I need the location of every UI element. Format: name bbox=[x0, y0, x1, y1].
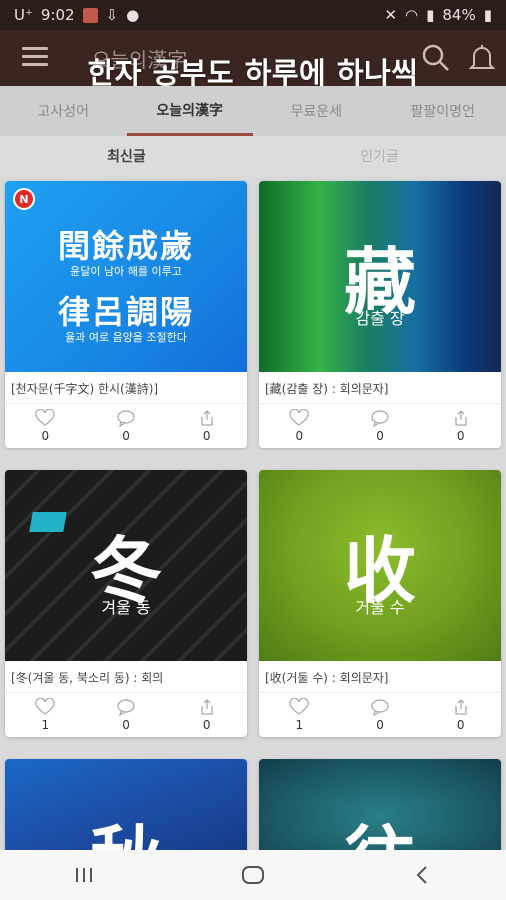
share-counter[interactable]: 0 bbox=[420, 404, 501, 448]
post-caption[interactable]: [收(거둘 수) : 회의문자] bbox=[259, 661, 501, 693]
clock: 9:02 bbox=[40, 6, 75, 24]
status-bar: U⁺ 9:02 ⇩ ● ✕ ◠ ▮ 84% ▮ bbox=[0, 0, 506, 30]
sort-tabs: 최신글 인기글 bbox=[0, 136, 506, 176]
like-counter[interactable]: 1 bbox=[5, 693, 86, 737]
comment-count: 0 bbox=[122, 718, 130, 732]
comment-count: 0 bbox=[376, 429, 384, 443]
home-icon[interactable] bbox=[233, 860, 273, 890]
battery-icon: ▮ bbox=[483, 6, 492, 24]
hanja-reading: 거둘 수 bbox=[355, 598, 405, 617]
tab-today-hanja[interactable]: 오늘의漢字 bbox=[126, 86, 253, 136]
heart-icon bbox=[35, 698, 55, 715]
recent-apps-icon[interactable] bbox=[64, 860, 104, 890]
battery-label: 84% bbox=[442, 6, 476, 24]
share-icon bbox=[455, 410, 467, 426]
post-stats: 0 0 0 bbox=[5, 404, 247, 448]
post-stats: 0 0 0 bbox=[259, 404, 501, 448]
post-stats: 1 0 0 bbox=[259, 693, 501, 737]
download-icon: ⇩ bbox=[105, 6, 119, 24]
like-counter[interactable]: 0 bbox=[259, 404, 340, 448]
share-counter[interactable]: 0 bbox=[166, 693, 247, 737]
share-icon bbox=[201, 699, 213, 715]
heart-icon bbox=[289, 409, 309, 426]
system-nav-bar bbox=[0, 850, 506, 900]
post-card[interactable]: 往 bbox=[259, 759, 501, 854]
comment-count: 0 bbox=[376, 718, 384, 732]
mute-icon: ✕ bbox=[384, 6, 398, 24]
tab-idioms[interactable]: 고사성어 bbox=[0, 86, 127, 136]
post-card[interactable]: 冬 겨울 동 [冬(겨울 동, 북소리 동) : 회의 1 0 0 bbox=[5, 470, 247, 737]
heart-icon bbox=[289, 698, 309, 715]
comment-icon bbox=[371, 410, 389, 427]
post-caption[interactable]: [천자문(千字文) 한시(漢詩)] bbox=[5, 372, 247, 404]
hanja-character: 往 bbox=[259, 801, 501, 854]
post-card[interactable]: 收 거둘 수 [收(거둘 수) : 회의문자] 1 0 0 bbox=[259, 470, 501, 737]
like-count: 1 bbox=[295, 718, 304, 732]
tab-latest[interactable]: 최신글 bbox=[0, 136, 253, 176]
comment-icon bbox=[117, 410, 135, 427]
tab-quotes[interactable]: 팔팔이명언 bbox=[380, 86, 506, 136]
share-count: 0 bbox=[202, 718, 211, 732]
wifi-icon: ◠ bbox=[405, 6, 419, 24]
notification-icon bbox=[82, 7, 98, 23]
share-count: 0 bbox=[456, 718, 465, 732]
comment-icon bbox=[371, 699, 389, 716]
comment-count: 0 bbox=[122, 429, 130, 443]
tab-popular[interactable]: 인기글 bbox=[253, 136, 506, 176]
post-thumbnail[interactable]: 藏 감출 장 bbox=[259, 181, 501, 372]
back-icon[interactable] bbox=[402, 860, 442, 890]
like-counter[interactable]: 0 bbox=[5, 404, 86, 448]
hanja-reading: 겨울 동 bbox=[101, 598, 151, 617]
share-icon bbox=[455, 699, 467, 715]
post-caption[interactable]: [冬(겨울 동, 북소리 동) : 회의 bbox=[5, 661, 247, 693]
like-count: 0 bbox=[295, 429, 304, 443]
heart-icon bbox=[35, 409, 55, 426]
post-thumbnail[interactable]: 收 거둘 수 bbox=[259, 470, 501, 661]
hanja-reading: 감출 장 bbox=[355, 309, 405, 328]
share-icon bbox=[201, 410, 213, 426]
poem-line: 律呂調陽 bbox=[57, 293, 194, 331]
post-thumbnail[interactable]: 往 bbox=[259, 759, 501, 854]
post-thumbnail[interactable]: N 閏餘成歲 윤달이 남아 해를 이루고 律呂調陽 율과 여로 음양을 조절한다 bbox=[5, 181, 247, 372]
comment-counter[interactable]: 0 bbox=[340, 693, 421, 737]
hanja-character: 秋 bbox=[5, 801, 247, 854]
share-count: 0 bbox=[456, 429, 465, 443]
share-counter[interactable]: 0 bbox=[166, 404, 247, 448]
post-caption[interactable]: [藏(감출 장) : 회의문자] bbox=[259, 372, 501, 404]
comment-counter[interactable]: 0 bbox=[86, 693, 167, 737]
post-stats: 1 0 0 bbox=[5, 693, 247, 737]
like-counter[interactable]: 1 bbox=[259, 693, 340, 737]
signal-icon: ▮ bbox=[426, 6, 435, 24]
poem-translation: 율과 여로 음양을 조절한다 bbox=[65, 331, 187, 344]
carrier-label: U⁺ bbox=[14, 6, 33, 24]
poem-translation: 윤달이 남아 해를 이루고 bbox=[70, 265, 182, 278]
person-icon: ● bbox=[126, 6, 140, 24]
post-card[interactable]: N 閏餘成歲 윤달이 남아 해를 이루고 律呂調陽 율과 여로 음양을 조절한다… bbox=[5, 181, 247, 448]
category-tabs: 고사성어 오늘의漢字 무료운세 팔팔이명언 bbox=[0, 86, 506, 136]
comment-counter[interactable]: 0 bbox=[86, 404, 167, 448]
post-card[interactable]: 秋 bbox=[5, 759, 247, 854]
comment-icon bbox=[117, 699, 135, 716]
poem-line: 閏餘成歲 bbox=[57, 227, 194, 265]
like-count: 1 bbox=[41, 718, 50, 732]
post-card[interactable]: 藏 감출 장 [藏(감출 장) : 회의문자] 0 0 0 bbox=[259, 181, 501, 448]
comment-counter[interactable]: 0 bbox=[340, 404, 421, 448]
share-count: 0 bbox=[202, 429, 211, 443]
share-counter[interactable]: 0 bbox=[420, 693, 501, 737]
like-count: 0 bbox=[41, 429, 50, 443]
post-thumbnail[interactable]: 秋 bbox=[5, 759, 247, 854]
tab-fortune[interactable]: 무료운세 bbox=[253, 86, 380, 136]
new-badge: N bbox=[13, 188, 35, 210]
post-thumbnail[interactable]: 冬 겨울 동 bbox=[5, 470, 247, 661]
